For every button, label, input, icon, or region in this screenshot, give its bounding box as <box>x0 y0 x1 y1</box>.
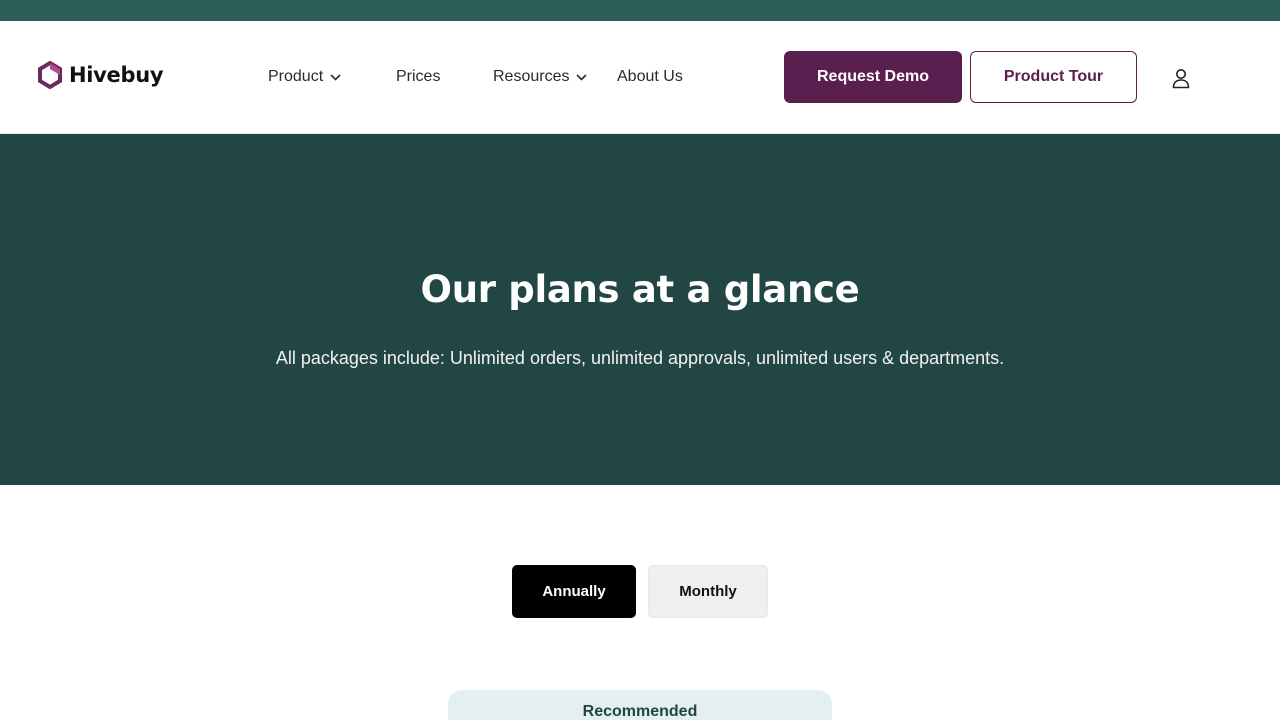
hero-section: Our plans at a glance All packages inclu… <box>0 134 1280 485</box>
hivebuy-logo-icon <box>38 61 62 89</box>
nav-about-label: About Us <box>617 68 683 85</box>
user-account-button[interactable] <box>1168 65 1194 91</box>
product-tour-button[interactable]: Product Tour <box>970 51 1137 103</box>
logo[interactable]: Hivebuy <box>38 60 164 90</box>
site-header: Hivebuy Product Prices Resources About U… <box>0 21 1280 134</box>
top-banner-bar <box>0 0 1280 21</box>
request-demo-button[interactable]: Request Demo <box>784 51 962 103</box>
nav-prices-label: Prices <box>396 68 441 85</box>
logo-text: Hivebuy <box>69 63 164 87</box>
nav-resources[interactable]: Resources <box>493 64 588 90</box>
page-title: Our plans at a glance <box>420 268 860 311</box>
nav-product-label: Product <box>268 68 324 85</box>
recommended-badge: Recommended <box>448 690 832 720</box>
billing-monthly-button[interactable]: Monthly <box>648 565 768 618</box>
chevron-down-icon <box>576 73 588 81</box>
nav-about-us[interactable]: About Us <box>617 64 683 90</box>
nav-resources-label: Resources <box>493 68 570 85</box>
user-icon <box>1172 69 1190 89</box>
chevron-down-icon <box>330 73 341 81</box>
nav-prices[interactable]: Prices <box>396 64 440 90</box>
billing-annually-button[interactable]: Annually <box>512 565 636 618</box>
nav-product[interactable]: Product <box>268 64 342 90</box>
hero-subtitle: All packages include: Unlimited orders, … <box>275 348 1005 368</box>
